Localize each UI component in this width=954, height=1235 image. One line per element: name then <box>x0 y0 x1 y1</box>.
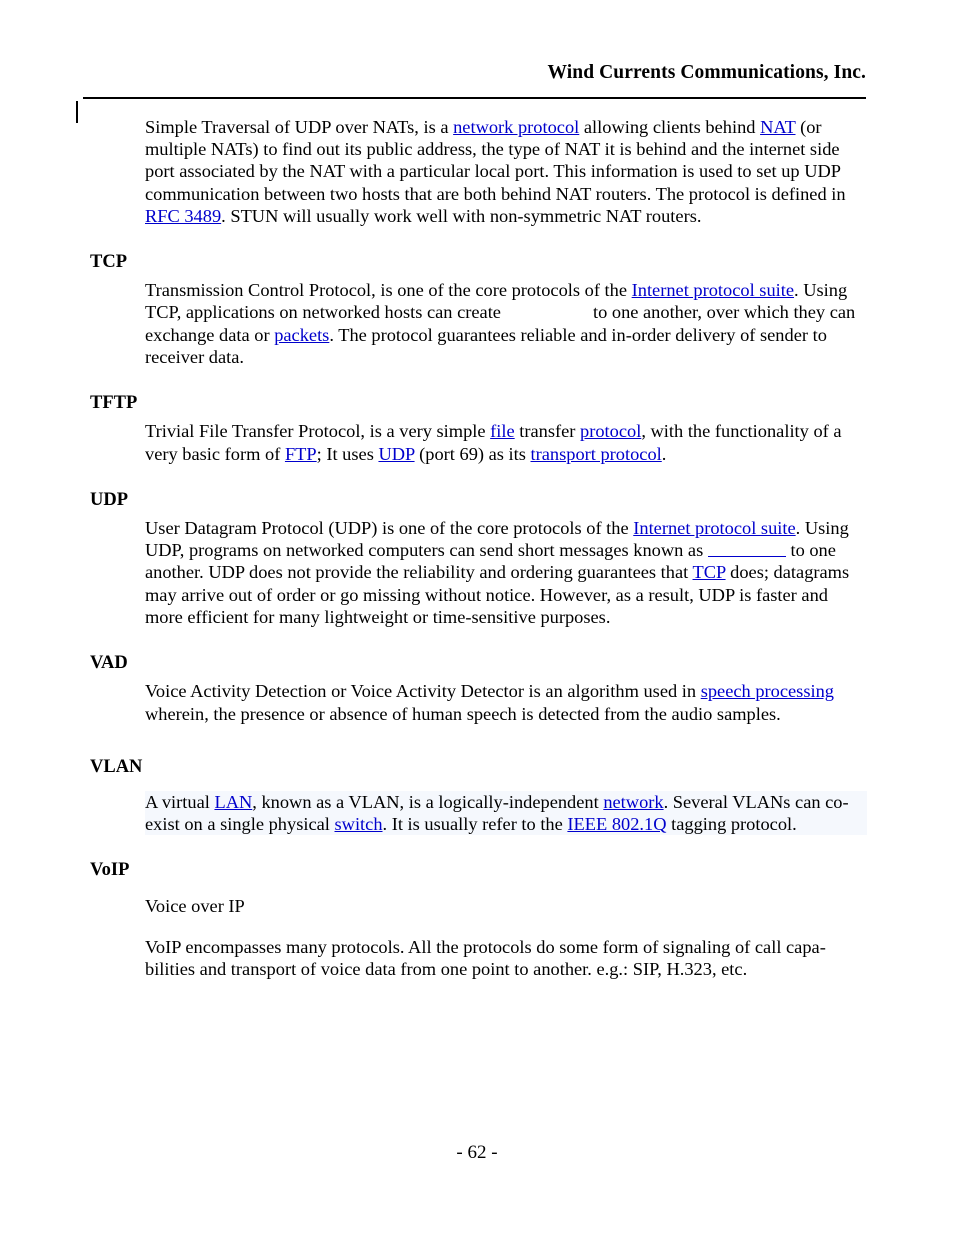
text-run: allowing clients behind <box>579 117 761 137</box>
section-stun: Simple Traversal of UDP over NATs, is a … <box>0 116 954 227</box>
paragraph-vlan-highlighted: A virtual LAN, known as a VLAN, is a log… <box>145 791 867 836</box>
text-run: Simple Traversal of UDP over NATs, is a <box>145 117 454 137</box>
heading-vad: VAD <box>90 652 128 673</box>
text-run: . <box>661 443 667 464</box>
text-run: . It is usually refer to the <box>382 814 568 835</box>
paragraph-vad: Voice Activity Detection or Voice Activi… <box>145 680 867 724</box>
text-run: Transmission Control Protocol, is one of… <box>145 280 632 301</box>
header-divider-rule <box>83 97 866 99</box>
text-run: wherein, the presence or absence of huma… <box>145 703 781 724</box>
link-network[interactable]: network <box>603 792 663 812</box>
text-run: A virtual <box>145 792 215 813</box>
empty-link-datagrams[interactable] <box>707 556 786 558</box>
heading-tftp: TFTP <box>90 392 138 413</box>
text-run: (port 69) as its <box>414 443 531 464</box>
link-lan[interactable]: LAN <box>214 792 252 812</box>
text-run: transfer <box>514 421 581 442</box>
section-tftp: TFTP Trivial File Transfer Protocol, is … <box>0 391 954 465</box>
link-speech-processing[interactable]: speech processing <box>701 681 834 701</box>
text-run: User Datagram Protocol (UDP) is one of t… <box>145 518 634 539</box>
link-switch[interactable]: switch <box>335 814 383 834</box>
link-internet-protocol-suite[interactable]: Internet protocol suite <box>633 518 795 538</box>
link-protocol[interactable]: protocol <box>580 421 641 441</box>
paragraph-tftp: Trivial File Transfer Protocol, is a ver… <box>145 420 867 464</box>
section-tcp: TCP Transmission Control Protocol, is on… <box>0 250 954 368</box>
paragraph-stun: Simple Traversal of UDP over NATs, is a … <box>145 116 867 227</box>
link-udp[interactable]: UDP <box>378 444 414 464</box>
link-ftp[interactable]: FTP <box>285 444 317 464</box>
document-page: Wind Currents Communications, Inc. Simpl… <box>0 0 954 1235</box>
link-file[interactable]: file <box>490 421 515 441</box>
text-run: tagging protocol. <box>666 814 797 835</box>
text-run: , known as a VLAN, is a logically-indepe… <box>252 792 604 813</box>
section-vad: VAD Voice Activity Detection or Voice Ac… <box>0 651 954 725</box>
text-run: Voice Activity Detection or Voice Activi… <box>145 681 701 702</box>
paragraph-tcp: Transmission Control Protocol, is one of… <box>145 279 867 368</box>
text-run: Trivial File Transfer Protocol, is a ver… <box>145 421 491 442</box>
page-footer-number: - 62 - <box>456 1142 498 1163</box>
section-vlan: VLAN A virtual LAN, known as a VLAN, is … <box>0 755 954 836</box>
heading-udp: UDP <box>90 489 129 510</box>
paragraph-voip-detail: VoIP encompasses many protocols. All the… <box>145 937 826 980</box>
link-nat[interactable]: NAT <box>760 117 795 137</box>
heading-voip: VoIP <box>90 860 130 881</box>
section-udp: UDP User Datagram Protocol (UDP) is one … <box>0 488 954 628</box>
heading-vlan: VLAN <box>90 756 143 777</box>
heading-tcp: TCP <box>90 251 127 272</box>
text-run: ; It uses <box>316 443 379 464</box>
paragraph-voip-definition: Voice over IP <box>145 895 245 916</box>
link-rfc-3489[interactable]: RFC 3489 <box>145 206 221 226</box>
text-run: . STUN will usually work well with non-s… <box>221 205 702 226</box>
link-network-protocol[interactable]: network protocol <box>453 117 579 137</box>
link-ieee-802-1q[interactable]: IEEE 802.1Q <box>567 814 666 834</box>
paragraph-udp: User Datagram Protocol (UDP) is one of t… <box>145 517 867 628</box>
link-internet-protocol-suite[interactable]: Internet protocol suite <box>632 280 794 300</box>
section-voip: VoIP Voice over IP VoIP encompasses many… <box>0 858 954 980</box>
document-body: Simple Traversal of UDP over NATs, is a … <box>0 116 954 980</box>
link-packets[interactable]: packets <box>274 325 329 345</box>
link-transport-protocol[interactable]: transport protocol <box>531 444 662 464</box>
link-tcp[interactable]: TCP <box>693 562 726 582</box>
page-header-company-name: Wind Currents Communications, Inc. <box>547 62 866 83</box>
